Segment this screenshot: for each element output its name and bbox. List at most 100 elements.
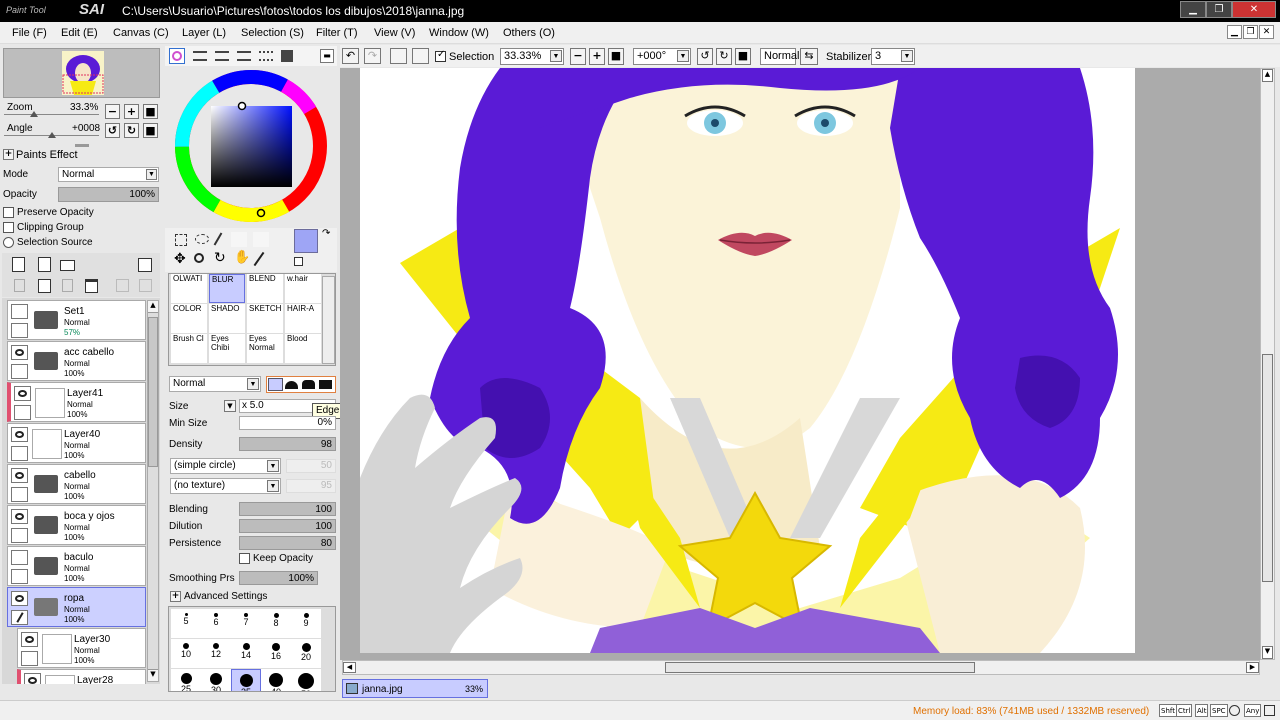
- layer-item[interactable]: Layer28: [17, 669, 146, 684]
- zoom-slider[interactable]: [4, 114, 99, 115]
- layer-select-box[interactable]: [21, 651, 38, 666]
- menu-filter[interactable]: Filter (T): [316, 27, 358, 39]
- visibility-toggle[interactable]: [24, 673, 41, 684]
- artwork-canvas[interactable]: [340, 68, 1260, 660]
- expand-icon[interactable]: +: [3, 149, 14, 160]
- brush-slot-selected[interactable]: BLUR: [209, 274, 245, 303]
- preserve-opacity-checkbox[interactable]: [3, 207, 14, 218]
- visibility-toggle[interactable]: [11, 591, 28, 606]
- menu-canvas[interactable]: Canvas (C): [113, 27, 169, 39]
- size-preset[interactable]: 6: [201, 609, 231, 638]
- lasso-icon[interactable]: [195, 234, 209, 244]
- layer-mask-icon[interactable]: [138, 258, 152, 272]
- zoom-in-button[interactable]: +: [124, 104, 139, 119]
- smoothing-slider[interactable]: 100%: [239, 571, 318, 585]
- brush-mode-select[interactable]: Normal ▼: [169, 376, 261, 392]
- minimize-button[interactable]: ▁: [1180, 1, 1206, 18]
- close-button[interactable]: ✕: [1232, 1, 1276, 18]
- panel-splitter[interactable]: [75, 144, 89, 147]
- edge-medium-icon[interactable]: [302, 380, 315, 389]
- primary-color-swatch[interactable]: [294, 229, 318, 253]
- document-tab[interactable]: janna.jpg 33%: [342, 679, 488, 698]
- lock-icon[interactable]: [116, 279, 129, 292]
- zoom-tool-icon[interactable]: [194, 253, 204, 263]
- visibility-toggle[interactable]: [11, 468, 28, 483]
- layer-select-box[interactable]: [11, 323, 28, 338]
- size-preset[interactable]: 7: [231, 609, 261, 638]
- size-preset-selected[interactable]: 35: [231, 669, 261, 691]
- brush-slot[interactable]: w.hair: [285, 274, 321, 303]
- zoom-reset-button[interactable]: ■: [143, 104, 158, 119]
- blending-slider[interactable]: 100: [239, 502, 336, 516]
- canvas-rotate-right-button[interactable]: ↻: [716, 48, 732, 65]
- new-folder-icon[interactable]: [60, 260, 75, 271]
- visibility-toggle[interactable]: [11, 304, 28, 319]
- selection-source-radio[interactable]: [3, 237, 14, 248]
- layer-select-box[interactable]: [11, 364, 28, 379]
- brush-slot[interactable]: Brush Cl: [171, 334, 207, 363]
- swap-colors-icon[interactable]: ↷: [322, 228, 330, 239]
- transfer-down-icon[interactable]: [14, 279, 25, 292]
- size-preset[interactable]: 14: [231, 639, 261, 668]
- rotate-tool-icon[interactable]: ↻: [214, 251, 226, 265]
- size-preset[interactable]: 5: [171, 609, 201, 638]
- brush-texture-select[interactable]: (no texture) ▼: [170, 478, 281, 494]
- persistence-slider[interactable]: 80: [239, 536, 336, 550]
- layer-select-box[interactable]: [11, 528, 28, 543]
- visibility-toggle[interactable]: [21, 632, 38, 647]
- navigator-preview[interactable]: [3, 48, 160, 98]
- canvas-zoom-reset-button[interactable]: ■: [608, 48, 624, 65]
- undo-icon[interactable]: ↶: [342, 48, 359, 64]
- menu-layer[interactable]: Layer (L): [182, 27, 226, 39]
- opacity-slider[interactable]: 100%: [58, 187, 159, 202]
- menu-others[interactable]: Others (O): [503, 27, 555, 39]
- zoom-out-button[interactable]: −: [105, 104, 120, 119]
- rotate-reset-button[interactable]: ■: [143, 123, 158, 138]
- canvas-viewport[interactable]: [340, 68, 1260, 660]
- visibility-toggle[interactable]: [11, 509, 28, 524]
- layer-select-box[interactable]: [14, 405, 31, 420]
- color-wheel-panel[interactable]: [165, 67, 337, 225]
- move-icon[interactable]: ✥: [174, 252, 186, 266]
- rotate-right-button[interactable]: ↻: [124, 123, 139, 138]
- canvas-horizontal-scrollbar[interactable]: ◀ ▶: [342, 660, 1260, 675]
- scroll-down-icon[interactable]: ▼: [1262, 646, 1273, 659]
- menu-edit[interactable]: Edit (E): [61, 27, 98, 39]
- layer-item[interactable]: Set1 Normal 57%: [7, 300, 146, 340]
- brush-slot[interactable]: Eyes Chibi: [209, 334, 245, 363]
- rotate-left-button[interactable]: ↺: [105, 123, 120, 138]
- mdi-restore-button[interactable]: ❐: [1243, 25, 1258, 39]
- canvas-zoom-in-button[interactable]: +: [589, 48, 605, 65]
- size-multiplier-dropdown[interactable]: ▼: [224, 400, 236, 412]
- selection-checkbox[interactable]: ✓: [435, 49, 446, 62]
- layer-item-selected[interactable]: ropa Normal 100%: [7, 587, 146, 627]
- maximize-button[interactable]: ❐: [1206, 1, 1232, 18]
- edge-soft-icon[interactable]: [285, 381, 298, 389]
- size-preset[interactable]: 10: [171, 639, 201, 668]
- layer-item[interactable]: boca y ojos Normal 100%: [7, 505, 146, 545]
- new-linework-layer-icon[interactable]: [38, 257, 51, 272]
- texture-strength-slider[interactable]: 95: [286, 479, 336, 493]
- edge-square-icon[interactable]: [319, 380, 332, 389]
- trash-icon[interactable]: [85, 279, 98, 293]
- menu-view[interactable]: View (V): [374, 27, 415, 39]
- canvas-rotate-reset-button[interactable]: ■: [735, 48, 751, 65]
- canvas-rotate-left-button[interactable]: ↺: [697, 48, 713, 65]
- apply-mask-icon[interactable]: [139, 279, 152, 292]
- swatches-icon[interactable]: [259, 51, 273, 61]
- size-preset[interactable]: 30: [201, 669, 231, 691]
- size-preset[interactable]: 8: [261, 609, 291, 638]
- layer-select-box[interactable]: [11, 446, 28, 461]
- scroll-left-icon[interactable]: ◀: [343, 662, 356, 673]
- zoom-slider-thumb[interactable]: [30, 111, 38, 117]
- clipping-group-checkbox[interactable]: [3, 222, 14, 233]
- canvas-zoom-out-button[interactable]: −: [570, 48, 586, 65]
- brush-shape-select[interactable]: (simple circle) ▼: [170, 458, 281, 474]
- edge-shape-selector[interactable]: [266, 376, 336, 393]
- brush-slot[interactable]: HAIR-A: [285, 304, 321, 333]
- hsv-slider-icon[interactable]: [215, 51, 229, 61]
- layer-select-box[interactable]: [11, 610, 28, 625]
- mdi-minimize-button[interactable]: ▁: [1227, 25, 1242, 39]
- expand-icon[interactable]: +: [170, 591, 181, 602]
- merge-down-icon[interactable]: [38, 279, 51, 293]
